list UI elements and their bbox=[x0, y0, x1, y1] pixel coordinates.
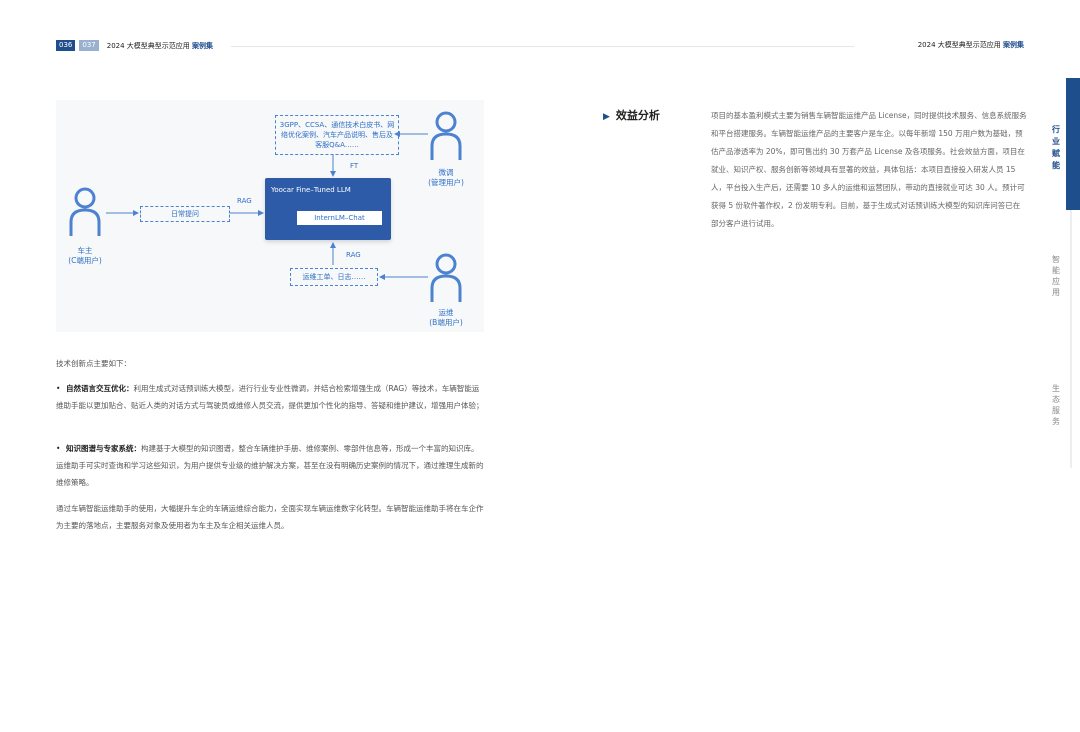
owner-label: 车主 (C端用户) bbox=[62, 246, 108, 266]
llm-inner-model: InternLM–Chat bbox=[297, 211, 382, 225]
side-nav-applications[interactable]: 智能应用 bbox=[1050, 254, 1062, 298]
page-number-left: 036 bbox=[56, 40, 76, 51]
manager-role: (管理用户) bbox=[428, 178, 464, 187]
manager-user-icon bbox=[430, 111, 462, 160]
rag-label-bottom: RAG bbox=[346, 251, 361, 259]
ft-label: FT bbox=[350, 162, 359, 170]
ops-user-icon bbox=[430, 253, 462, 302]
ops-logs-box: 运维工单、日志…… bbox=[290, 268, 378, 286]
bullet-icon: • bbox=[56, 444, 61, 453]
header-title-left: 2024 大模型典型示范应用 案例集 bbox=[107, 41, 213, 51]
architecture-diagram: 车主 (C端用户) 微调 (管理用户) 运维 (B端用户) 3GPP、CCSA、… bbox=[56, 100, 484, 332]
page-number-right: 037 bbox=[79, 40, 99, 51]
header-title-accent-right: 案例集 bbox=[1003, 41, 1024, 49]
owner-name: 车主 bbox=[77, 246, 93, 255]
ops-role: (B端用户) bbox=[429, 318, 463, 327]
manager-name: 微调 bbox=[438, 168, 454, 177]
daily-question-box: 日常提问 bbox=[140, 206, 230, 222]
header-title-accent: 案例集 bbox=[192, 41, 214, 50]
paragraph-summary: 通过车辆智能运维助手的使用，大幅提升车企的车辆运维综合能力，全面实现车辆运维数字… bbox=[56, 504, 484, 530]
page-header: 036 037 2024 大模型典型示范应用 案例集 2024 大模型典型示范应… bbox=[56, 40, 1024, 54]
ops-label: 运维 (B端用户) bbox=[422, 308, 470, 328]
llm-box: Yoocar Fine–Tuned LLM InternLM–Chat bbox=[265, 178, 391, 240]
header-title-right: 2024 大模型典型示范应用 案例集 bbox=[918, 40, 1024, 50]
benefit-heading-text: 效益分析 bbox=[615, 109, 660, 122]
header-left: 036 037 2024 大模型典型示范应用 案例集 bbox=[56, 40, 213, 51]
header-title-text: 2024 大模型典型示范应用 bbox=[106, 41, 190, 50]
paragraph-nlp-title: 自然语言交互优化： bbox=[66, 384, 134, 393]
benefit-heading: ▶ 效益分析 bbox=[603, 107, 660, 123]
intro-text: 技术创新点主要如下： bbox=[56, 359, 131, 368]
paragraph-knowledge-graph: • 知识图谱与专家系统：构建基于大模型的知识图谱，整合车辆维护手册、维修案例、零部… bbox=[56, 440, 484, 491]
benefit-text: 项目的基本盈利模式主要为销售车辆智能运维产品 License，同时提供技术服务、… bbox=[711, 111, 1027, 228]
owner-role: (C端用户) bbox=[68, 256, 102, 265]
manager-label: 微调 (管理用户) bbox=[422, 168, 470, 188]
triangle-icon: ▶ bbox=[603, 112, 610, 122]
side-nav-active-marker bbox=[1066, 78, 1080, 210]
knowledge-docs-box: 3GPP、CCSA、通信技术白皮书、网络优化案例、汽车产品说明、售后及客服Q&A… bbox=[275, 115, 399, 155]
owner-user-icon bbox=[69, 187, 101, 236]
side-nav-industry[interactable]: 行业赋能 bbox=[1050, 124, 1062, 172]
side-nav-ecosystem[interactable]: 生态服务 bbox=[1050, 383, 1062, 427]
paragraph-kg-title: 知识图谱与专家系统： bbox=[66, 444, 141, 453]
llm-title: Yoocar Fine–Tuned LLM bbox=[271, 186, 351, 194]
paragraph-nlp: • 自然语言交互优化：利用生成式对话预训练大模型，进行行业专业性微调，并结合检索增… bbox=[56, 380, 484, 414]
header-divider bbox=[231, 46, 854, 47]
ops-name: 运维 bbox=[438, 308, 454, 317]
header-title-text-right: 2024 大模型典型示范应用 bbox=[917, 41, 1001, 49]
bullet-icon: • bbox=[56, 384, 61, 393]
rag-label-left: RAG bbox=[237, 197, 252, 205]
